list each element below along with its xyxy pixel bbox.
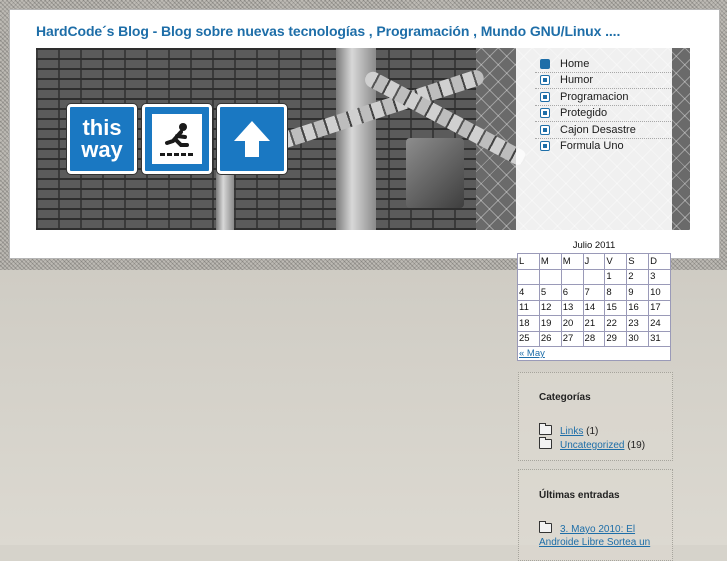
weekday-header: D	[648, 253, 671, 270]
calendar-day: 2	[626, 268, 650, 285]
category-count: (1)	[586, 426, 599, 437]
nav-item-protegido[interactable]: Protegido	[535, 106, 671, 122]
sign-text-line: this	[82, 115, 122, 140]
calendar-day: 24	[648, 315, 671, 332]
calendar-day: 31	[648, 330, 671, 347]
calendar-day: 4	[517, 284, 540, 301]
calendar-week-row: 11 12 13 14 15 16 17	[517, 299, 671, 316]
category-item: Links (1)	[539, 423, 599, 437]
calendar-day: 21	[582, 315, 606, 332]
recent-post-item: 3. Mayo 2010: El Androide Libre Sortea u…	[539, 521, 650, 549]
nav-item-label: Cajon Desastre	[560, 123, 636, 136]
calendar-day: 16	[626, 299, 650, 316]
calendar-week-row: 4 5 6 7 8 9 10	[517, 284, 671, 301]
calendar-day: 23	[626, 315, 650, 332]
slipping-person-icon	[165, 123, 189, 147]
calendar-day: 3	[648, 268, 671, 285]
categories-widget: Categorías Links (1) Uncategorized (19)	[518, 372, 673, 461]
calendar-day: 19	[538, 315, 562, 332]
nav-item-home[interactable]: Home	[535, 56, 671, 73]
folder-icon	[539, 521, 552, 533]
bullet-icon	[540, 58, 550, 69]
calendar-prev-row: « May	[517, 347, 671, 361]
nav-item-humor[interactable]: Humor	[535, 73, 671, 89]
nav-item-programacion[interactable]: Programacion	[535, 89, 671, 106]
calendar-day: 6	[560, 284, 584, 301]
recent-posts-widget: Últimas entradas 3. Mayo 2010: El Androi…	[518, 469, 673, 561]
nav-item-label: Formula Uno	[560, 140, 624, 153]
calendar-day: 14	[582, 299, 606, 316]
calendar-caption: Julio 2011	[572, 240, 616, 251]
weekday-header: M	[560, 253, 584, 270]
slippery-floor-panel	[152, 114, 202, 164]
calendar-day: 9	[626, 284, 650, 301]
recent-post-link[interactable]: 3. Mayo 2010: El	[560, 524, 635, 535]
recent-posts-title: Últimas entradas	[539, 490, 620, 501]
category-link[interactable]: Uncategorized	[560, 440, 624, 451]
category-item: Uncategorized (19)	[539, 437, 646, 451]
folder-icon	[539, 423, 552, 435]
calendar-day	[538, 268, 562, 285]
calendar-day: 10	[648, 284, 671, 301]
calendar-day: 28	[582, 330, 606, 347]
calendar-day: 29	[604, 330, 628, 347]
nav-item-label: Programacion	[560, 90, 629, 103]
calendar-day: 8	[604, 284, 628, 301]
calendar-week-row: 25 26 27 28 29 30 31	[517, 330, 671, 347]
weekday-header: J	[582, 253, 606, 270]
nav-item-label: Humor	[560, 74, 594, 87]
bullet-icon	[540, 91, 550, 102]
bullet-icon	[540, 108, 550, 119]
calendar-week-row: 18 19 20 21 22 23 24	[517, 315, 671, 332]
bullet-icon	[540, 124, 550, 135]
categories-title: Categorías	[539, 392, 591, 403]
calendar-day: 7	[582, 284, 606, 301]
category-link[interactable]: Links	[560, 426, 583, 437]
calendar-week-row: 1 2 3	[517, 268, 671, 285]
category-count: (19)	[627, 440, 646, 451]
calendar-widget: Julio 2011 L M M J V S D 1 2 3 4 5 6 7 8…	[517, 239, 671, 361]
calendar-day: 18	[517, 315, 540, 332]
bullet-icon	[540, 141, 550, 152]
calendar-day: 17	[648, 299, 671, 316]
calendar-day: 22	[604, 315, 628, 332]
folder-icon	[539, 437, 552, 449]
this-way-sign-icon: this way	[67, 104, 137, 174]
weekday-header: S	[626, 253, 650, 270]
bullet-icon	[540, 75, 550, 86]
up-arrow-icon	[234, 121, 270, 157]
calendar-prev-month-link[interactable]: « May	[519, 348, 545, 359]
calendar-day	[582, 268, 606, 285]
up-arrow-sign-icon	[217, 104, 287, 174]
recent-post-link-continued[interactable]: Androide Libre Sortea un	[539, 537, 650, 548]
weekday-header: L	[517, 253, 540, 270]
padlock	[406, 138, 464, 208]
weekday-header: V	[604, 253, 628, 270]
calendar-day: 26	[538, 330, 562, 347]
nav-item-formula-uno[interactable]: Formula Uno	[535, 139, 671, 155]
calendar-day: 13	[560, 299, 584, 316]
calendar-day: 30	[626, 330, 650, 347]
slippery-floor-sign-icon	[142, 104, 212, 174]
calendar-day	[560, 268, 584, 285]
nav-item-label: Home	[560, 57, 590, 70]
sign-text-line: way	[81, 137, 123, 162]
calendar-day: 12	[538, 299, 562, 316]
nav-item-cajon-desastre[interactable]: Cajon Desastre	[535, 122, 671, 139]
nav-item-label: Protegido	[560, 107, 608, 120]
calendar-day: 15	[604, 299, 628, 316]
calendar-day: 25	[517, 330, 540, 347]
calendar-weekday-row: L M M J V S D	[517, 253, 671, 270]
calendar-day: 20	[560, 315, 584, 332]
calendar-day: 1	[604, 268, 628, 285]
weekday-header: M	[538, 253, 562, 270]
calendar-table: L M M J V S D 1 2 3 4 5 6 7 8 9 10 11 12…	[517, 253, 671, 347]
calendar-day: 5	[538, 284, 562, 301]
site-title-link[interactable]: HardCode´s Blog - Blog sobre nuevas tecn…	[36, 23, 620, 39]
calendar-day	[517, 268, 540, 285]
main-navigation: Home Humor Programacion Protegido Cajon …	[535, 56, 671, 154]
calendar-day: 11	[517, 299, 540, 316]
calendar-day: 27	[560, 330, 584, 347]
